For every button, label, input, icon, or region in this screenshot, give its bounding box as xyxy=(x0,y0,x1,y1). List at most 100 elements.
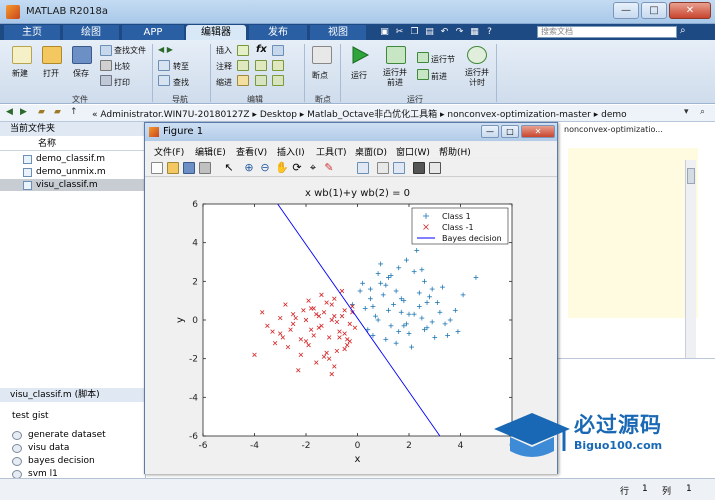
open-icon[interactable] xyxy=(42,46,62,64)
search-icon[interactable]: ⌕ xyxy=(680,25,686,36)
run-time-icon[interactable] xyxy=(467,46,487,64)
insert-button[interactable]: 插入 xyxy=(216,45,232,56)
hide-plot-tools-icon[interactable] xyxy=(413,162,425,174)
find-button[interactable]: 查找 xyxy=(173,77,189,88)
smart-indent-icon[interactable] xyxy=(237,75,249,86)
run-icon[interactable] xyxy=(350,45,370,65)
menu-insert[interactable]: 插入(I) xyxy=(277,145,305,158)
run-and-time-button[interactable]: 运行并 计时 xyxy=(465,68,489,88)
file-item[interactable]: demo_classif.m xyxy=(0,153,146,165)
tab-apps[interactable]: APP xyxy=(122,25,184,40)
switch-windows-icon[interactable]: ▦ xyxy=(468,25,481,39)
menu-tools[interactable]: 工具(T) xyxy=(316,145,347,158)
cell-item[interactable]: bayes decision xyxy=(12,456,95,466)
colorbar-icon[interactable] xyxy=(377,162,389,174)
goto-icon[interactable] xyxy=(158,60,170,71)
show-plot-tools-icon[interactable] xyxy=(429,162,441,174)
uncomment-icon[interactable] xyxy=(255,60,267,71)
figure-close-button[interactable]: ✕ xyxy=(521,125,555,138)
new-button[interactable]: 新建 xyxy=(12,68,28,79)
column-header-name[interactable]: 名称 xyxy=(0,137,146,151)
figure-maximize-button[interactable]: □ xyxy=(501,125,519,138)
tab-home[interactable]: 主页 xyxy=(4,25,60,40)
undo-icon[interactable]: ↶ xyxy=(438,25,451,39)
close-button[interactable]: ✕ xyxy=(669,2,711,19)
legend-icon[interactable] xyxy=(393,162,405,174)
tab-publish[interactable]: 发布 xyxy=(249,25,307,40)
print-button[interactable]: 打印 xyxy=(114,77,130,88)
figure-minimize-button[interactable]: — xyxy=(481,125,499,138)
file-item[interactable]: demo_unmix.m xyxy=(0,166,146,178)
cell-item[interactable]: generate dataset xyxy=(12,430,106,440)
menu-window[interactable]: 窗口(W) xyxy=(396,145,430,158)
quick-copy-icon[interactable]: ❐ xyxy=(408,25,421,39)
minimize-button[interactable]: — xyxy=(613,2,639,19)
editor-scrollbar[interactable] xyxy=(685,160,696,360)
quick-save-icon[interactable]: ▣ xyxy=(378,25,391,39)
print-icon[interactable] xyxy=(100,75,112,86)
path-dropdown-icon[interactable]: ▾ xyxy=(684,107,689,117)
wrap-comments-icon[interactable] xyxy=(272,60,284,71)
advance-button[interactable]: 前进 xyxy=(431,71,447,82)
link-plot-icon[interactable] xyxy=(357,162,369,174)
zoom-out-icon[interactable]: ⊖ xyxy=(259,162,271,174)
save-button[interactable]: 保存 xyxy=(73,68,89,79)
forward-arrow-icon[interactable]: ▶ xyxy=(20,107,27,117)
quick-cut-icon[interactable]: ✂ xyxy=(393,25,406,39)
run-section-icon[interactable] xyxy=(417,52,429,63)
tab-editor[interactable]: 编辑器 xyxy=(186,25,246,40)
find-files-icon[interactable] xyxy=(100,45,112,56)
search-input[interactable]: 搜索文档 xyxy=(537,26,677,38)
menu-desktop[interactable]: 桌面(D) xyxy=(355,145,387,158)
find-icon[interactable] xyxy=(158,75,170,86)
run-section-button[interactable]: 运行节 xyxy=(431,54,455,65)
save-figure-icon[interactable] xyxy=(183,162,195,174)
path-search-icon[interactable]: ⌕ xyxy=(700,107,705,117)
breakpoints-icon[interactable] xyxy=(312,46,332,64)
folder-icon[interactable]: ▰ xyxy=(38,107,45,117)
browse-folder-icon[interactable]: ▰ xyxy=(54,107,61,117)
redo-icon[interactable]: ↷ xyxy=(453,25,466,39)
comment-percent-icon[interactable] xyxy=(237,60,249,71)
cell-item[interactable]: visu data xyxy=(12,443,69,453)
scrollbar-thumb[interactable] xyxy=(687,168,695,184)
pointer-icon[interactable]: ↖ xyxy=(223,162,235,174)
indent-button[interactable]: 缩进 xyxy=(216,77,232,88)
file-item-selected[interactable]: visu_classif.m xyxy=(0,179,146,191)
breadcrumb-path[interactable]: « Administrator.WIN7U-20180127Z ▸ Deskto… xyxy=(92,107,627,120)
run-button[interactable]: 运行 xyxy=(351,70,367,81)
new-figure-icon[interactable] xyxy=(151,162,163,174)
tab-plots[interactable]: 绘图 xyxy=(63,25,119,40)
pan-icon[interactable]: ✋ xyxy=(275,162,289,174)
editor-tab[interactable]: nonconvex-optimizatio... xyxy=(564,125,663,134)
open-button[interactable]: 打开 xyxy=(43,68,59,79)
breakpoints-button[interactable]: 断点 xyxy=(312,70,328,81)
new-icon[interactable] xyxy=(12,46,32,64)
nav-back-icon[interactable]: ◀ ▶ xyxy=(158,45,173,54)
tab-view[interactable]: 视图 xyxy=(310,25,366,40)
goto-button[interactable]: 转至 xyxy=(173,61,189,72)
run-advance-icon[interactable] xyxy=(386,46,406,64)
brush-icon[interactable]: ✎ xyxy=(323,162,335,174)
quick-paste-icon[interactable]: ▤ xyxy=(423,25,436,39)
advance-icon[interactable] xyxy=(417,69,429,80)
up-folder-icon[interactable]: ↑ xyxy=(70,107,78,117)
menu-edit[interactable]: 编辑(E) xyxy=(195,145,226,158)
rotate-icon[interactable]: ⟳ xyxy=(291,162,303,174)
compare-icon[interactable] xyxy=(100,60,112,71)
open-file-icon[interactable] xyxy=(167,162,179,174)
menu-help[interactable]: 帮助(H) xyxy=(439,145,471,158)
insert-section-icon[interactable] xyxy=(237,45,249,56)
data-cursor-icon[interactable]: ⌖ xyxy=(307,162,319,174)
help-icon[interactable]: ? xyxy=(483,25,496,39)
menu-view[interactable]: 查看(V) xyxy=(236,145,267,158)
editor-text-area[interactable] xyxy=(568,148,698,318)
save-icon[interactable] xyxy=(72,46,92,64)
menu-file[interactable]: 文件(F) xyxy=(154,145,184,158)
back-arrow-icon[interactable]: ◀ xyxy=(6,107,13,117)
zoom-in-icon[interactable]: ⊕ xyxy=(243,162,255,174)
maximize-button[interactable]: □ xyxy=(641,2,667,19)
print-figure-icon[interactable] xyxy=(199,162,211,174)
decrease-indent-icon[interactable] xyxy=(272,75,284,86)
insert-dropdown-icon[interactable] xyxy=(272,45,284,56)
